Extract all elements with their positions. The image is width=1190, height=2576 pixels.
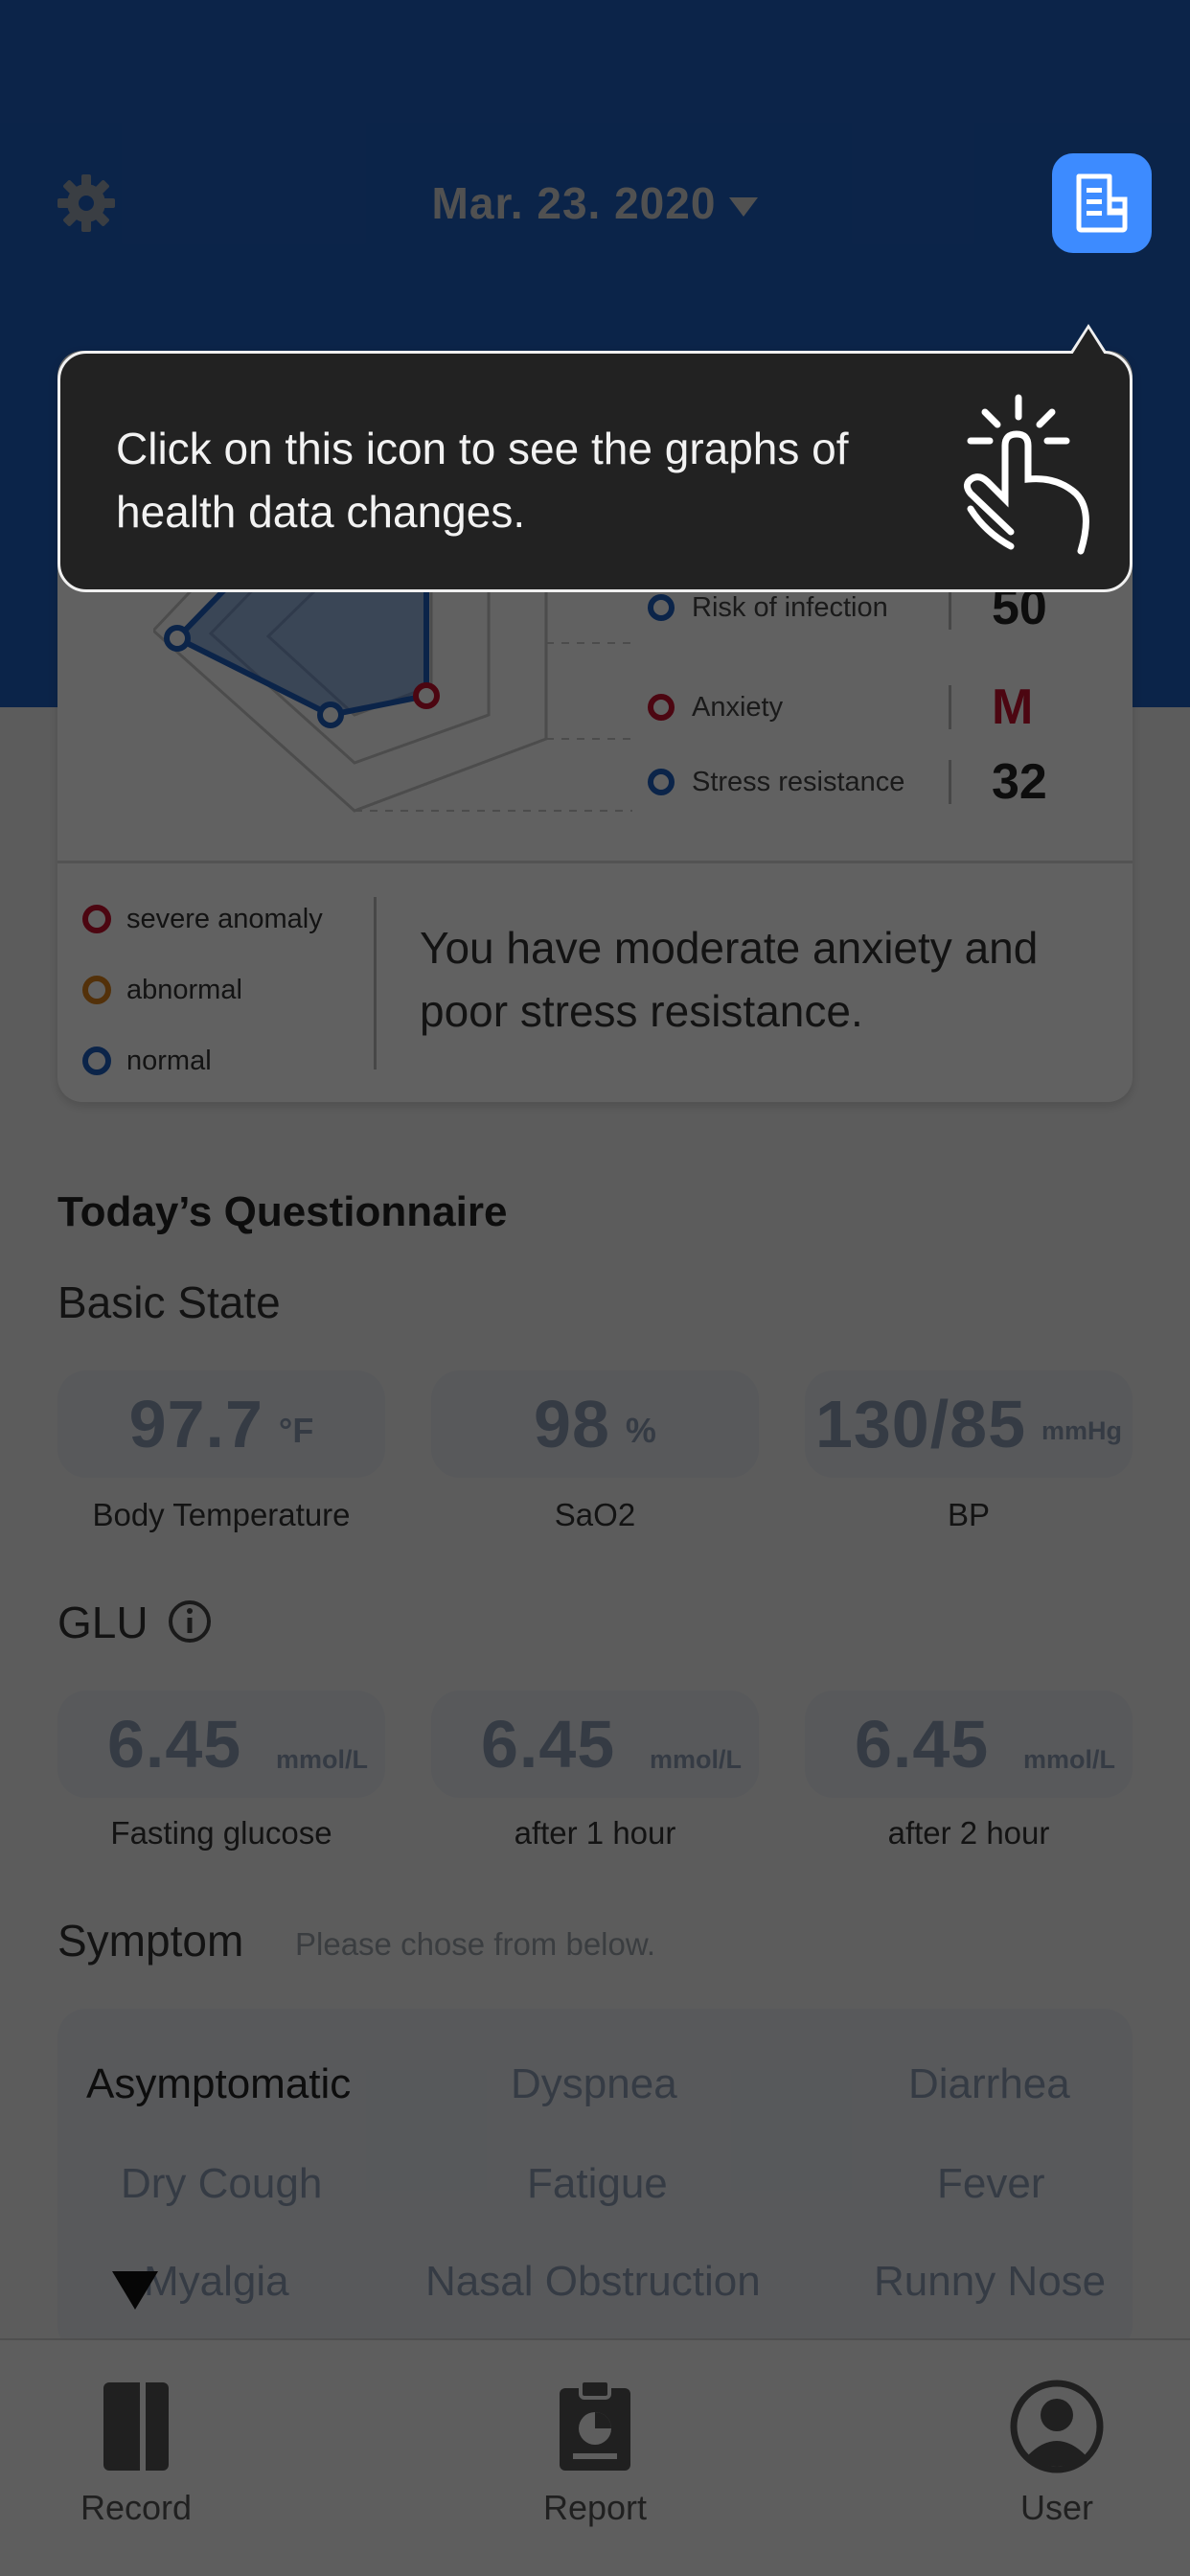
info-icon[interactable] bbox=[167, 1598, 213, 1644]
metric-label: Anxiety bbox=[692, 691, 784, 723]
tooltip-text: Click on this icon to see the graphs of … bbox=[116, 424, 849, 537]
divider bbox=[57, 861, 1133, 863]
fasting-glucose-field[interactable]: 6.45 mmol/L bbox=[57, 1690, 385, 1798]
radar-point bbox=[317, 702, 344, 728]
status-ring-severe bbox=[648, 694, 675, 721]
sao2-field[interactable]: 98% bbox=[431, 1370, 759, 1478]
glu-heading: GLU bbox=[57, 1598, 149, 1647]
metric-label: Stress resistance bbox=[692, 766, 905, 797]
nav-record[interactable]: Record bbox=[21, 2379, 251, 2528]
user-icon bbox=[1010, 2380, 1104, 2473]
date-selector[interactable]: Mar. 23. 2020 bbox=[0, 177, 1190, 229]
field-label: after 2 hour bbox=[887, 1815, 1050, 1851]
triangle-marker-icon bbox=[112, 2271, 158, 2310]
glucose-2h-field[interactable]: 6.45 mmol/L bbox=[805, 1690, 1133, 1798]
chevron-down-icon bbox=[729, 196, 759, 217]
legend-item: severe anomaly bbox=[82, 884, 399, 954]
nav-user[interactable]: User bbox=[942, 2379, 1172, 2528]
coach-mark-tooltip[interactable]: Click on this icon to see the graphs of … bbox=[57, 351, 1133, 592]
status-ring-normal bbox=[648, 594, 675, 621]
questionnaire-title: Today’s Questionnaire bbox=[57, 1188, 508, 1235]
symptom-option[interactable]: Nasal Obstruction bbox=[425, 2258, 761, 2306]
nav-report[interactable]: Report bbox=[480, 2379, 710, 2528]
symptom-option[interactable]: Asymptomatic bbox=[86, 2060, 351, 2108]
book-icon bbox=[103, 2382, 169, 2471]
symptom-option[interactable]: Fatigue bbox=[527, 2160, 668, 2208]
status-legend: severe anomaly abnormal normal bbox=[82, 884, 399, 1096]
tooltip-arrow-inner bbox=[1072, 329, 1105, 355]
metric-label: Risk of infection bbox=[692, 591, 888, 623]
symptom-option[interactable]: Myalgia bbox=[144, 2258, 289, 2306]
legend-item: normal bbox=[82, 1025, 399, 1096]
metric-anxiety: Anxiety M bbox=[648, 678, 1108, 736]
bottom-navigation: Record Report User bbox=[0, 2338, 1190, 2576]
symptom-option[interactable]: Runny Nose bbox=[874, 2258, 1106, 2306]
glucose-1h-field[interactable]: 6.45 mmol/L bbox=[431, 1690, 759, 1798]
legend-item: abnormal bbox=[82, 954, 399, 1025]
field-label: SaO2 bbox=[554, 1497, 636, 1532]
tap-gesture-icon bbox=[964, 394, 1089, 555]
date-label: Mar. 23. 2020 bbox=[431, 178, 717, 228]
field-label: BP bbox=[947, 1497, 991, 1532]
health-summary: You have moderate anxiety and poor stres… bbox=[420, 923, 1039, 1036]
symptom-option[interactable]: Dyspnea bbox=[511, 2060, 677, 2108]
body-temperature-field[interactable]: 97.7 °F bbox=[57, 1370, 385, 1478]
symptom-heading: Symptom bbox=[57, 1916, 244, 1966]
document-chart-icon bbox=[1076, 173, 1128, 233]
symptom-hint: Please chose from below. bbox=[295, 1926, 656, 1962]
symptom-option[interactable]: Dry Cough bbox=[121, 2160, 322, 2208]
clipboard-chart-icon bbox=[560, 2379, 630, 2471]
field-label: Fasting glucose bbox=[110, 1815, 332, 1851]
report-graph-button-highlight[interactable] bbox=[1052, 153, 1152, 253]
radar-point bbox=[164, 625, 191, 652]
metric-stress-resistance: Stress resistance 32 bbox=[648, 753, 1108, 811]
radar-point bbox=[413, 682, 440, 709]
symptom-option[interactable]: Fever bbox=[937, 2160, 1044, 2208]
symptom-option[interactable]: Diarrhea bbox=[908, 2060, 1070, 2108]
metric-value: 32 bbox=[992, 754, 1047, 810]
field-label: after 1 hour bbox=[514, 1815, 676, 1851]
status-ring-normal bbox=[648, 769, 675, 795]
divider bbox=[374, 897, 377, 1070]
bp-field[interactable]: 130/85 mmHg bbox=[805, 1370, 1133, 1478]
basic-state-heading: Basic State bbox=[57, 1277, 281, 1327]
field-label: Body Temperature bbox=[92, 1497, 351, 1532]
metric-value: M bbox=[992, 679, 1034, 735]
